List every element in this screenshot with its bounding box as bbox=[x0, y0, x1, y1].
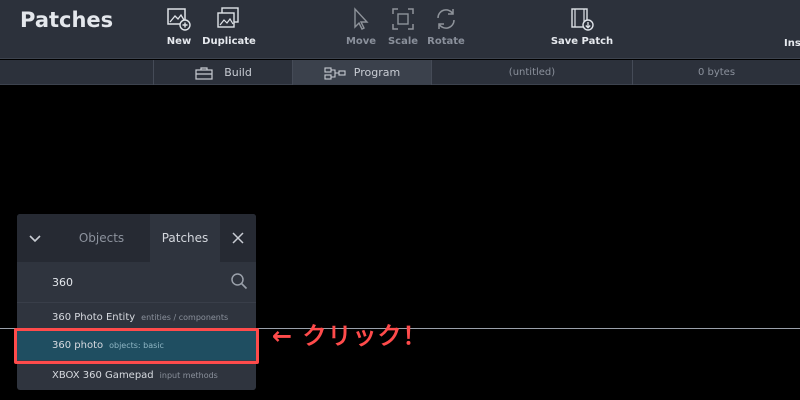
search-input[interactable] bbox=[52, 275, 222, 289]
rotate-arrows-icon bbox=[437, 9, 455, 29]
images-stack-icon bbox=[217, 7, 239, 28]
save-patch-button[interactable]: Save Patch bbox=[550, 6, 614, 47]
result-name: 360 Photo Entity bbox=[52, 311, 136, 323]
toolbox-icon bbox=[195, 66, 213, 80]
top-toolbar: Patches New Duplicate Move Scale Rotate … bbox=[0, 0, 800, 59]
file-size: 0 bytes bbox=[632, 60, 800, 85]
highlight-box bbox=[14, 328, 259, 364]
film-download-icon bbox=[571, 8, 594, 31]
result-category: input methods bbox=[159, 370, 218, 380]
close-icon bbox=[232, 232, 244, 244]
result-category: entities / components bbox=[141, 312, 229, 322]
save-patch-label: Save Patch bbox=[550, 36, 614, 47]
scale-label: Scale bbox=[387, 36, 419, 47]
build-tab[interactable]: Build bbox=[153, 60, 292, 85]
scale-frame-icon bbox=[392, 8, 414, 30]
collapse-button[interactable] bbox=[17, 214, 53, 262]
result-name: XBOX 360 Gamepad bbox=[52, 369, 154, 381]
program-tab[interactable]: Program bbox=[292, 60, 431, 85]
app-title: Patches bbox=[20, 8, 114, 32]
chevron-down-icon bbox=[29, 235, 41, 243]
duplicate-button[interactable]: Duplicate bbox=[199, 6, 259, 47]
duplicate-label: Duplicate bbox=[202, 36, 256, 47]
cursor-arrow-icon bbox=[354, 7, 369, 30]
click-annotation: ← クリック！ bbox=[272, 322, 428, 350]
program-label: Program bbox=[353, 66, 401, 79]
file-name: (untitled) bbox=[431, 60, 632, 85]
image-plus-icon bbox=[167, 8, 191, 31]
result-item[interactable]: 360 Photo Entity entities / components bbox=[17, 302, 256, 331]
mode-bar: Build Program (untitled) 0 bytes bbox=[0, 60, 800, 85]
build-label: Build bbox=[224, 66, 252, 79]
tab-objects[interactable]: Objects bbox=[53, 214, 150, 262]
rotate-button[interactable]: Rotate bbox=[416, 6, 476, 47]
new-label: New bbox=[166, 36, 192, 47]
tab-patches[interactable]: Patches bbox=[150, 214, 220, 262]
node-graph-icon bbox=[324, 66, 346, 80]
close-panel-button[interactable] bbox=[220, 214, 256, 262]
search-icon[interactable] bbox=[230, 272, 248, 290]
search-row bbox=[17, 262, 256, 302]
move-label: Move bbox=[345, 36, 377, 47]
panel-tab-bar: Objects Patches bbox=[17, 214, 256, 262]
rotate-label: Rotate bbox=[427, 36, 465, 47]
result-item[interactable]: XBOX 360 Gamepad input methods bbox=[17, 360, 256, 389]
insert-button-cut[interactable]: Ins bbox=[784, 38, 800, 49]
